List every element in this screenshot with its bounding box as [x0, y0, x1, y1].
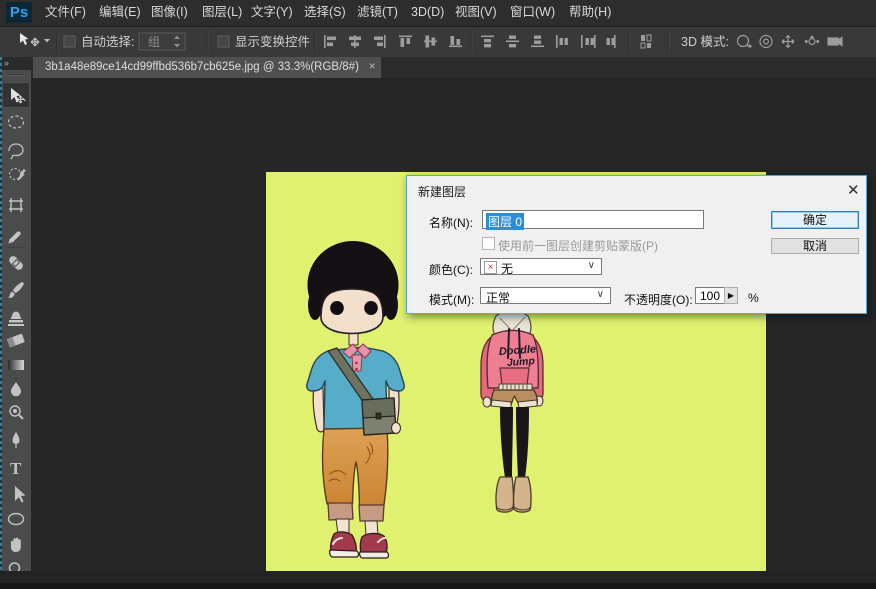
svg-text:组: 组	[148, 35, 160, 49]
svg-text:自动选择:: 自动选择:	[81, 35, 134, 49]
svg-text:Jump: Jump	[506, 355, 535, 369]
svg-text:T: T	[10, 459, 22, 478]
svg-text:显示变换控件: 显示变换控件	[235, 34, 310, 49]
svg-text:3D 模式:: 3D 模式:	[681, 35, 729, 49]
